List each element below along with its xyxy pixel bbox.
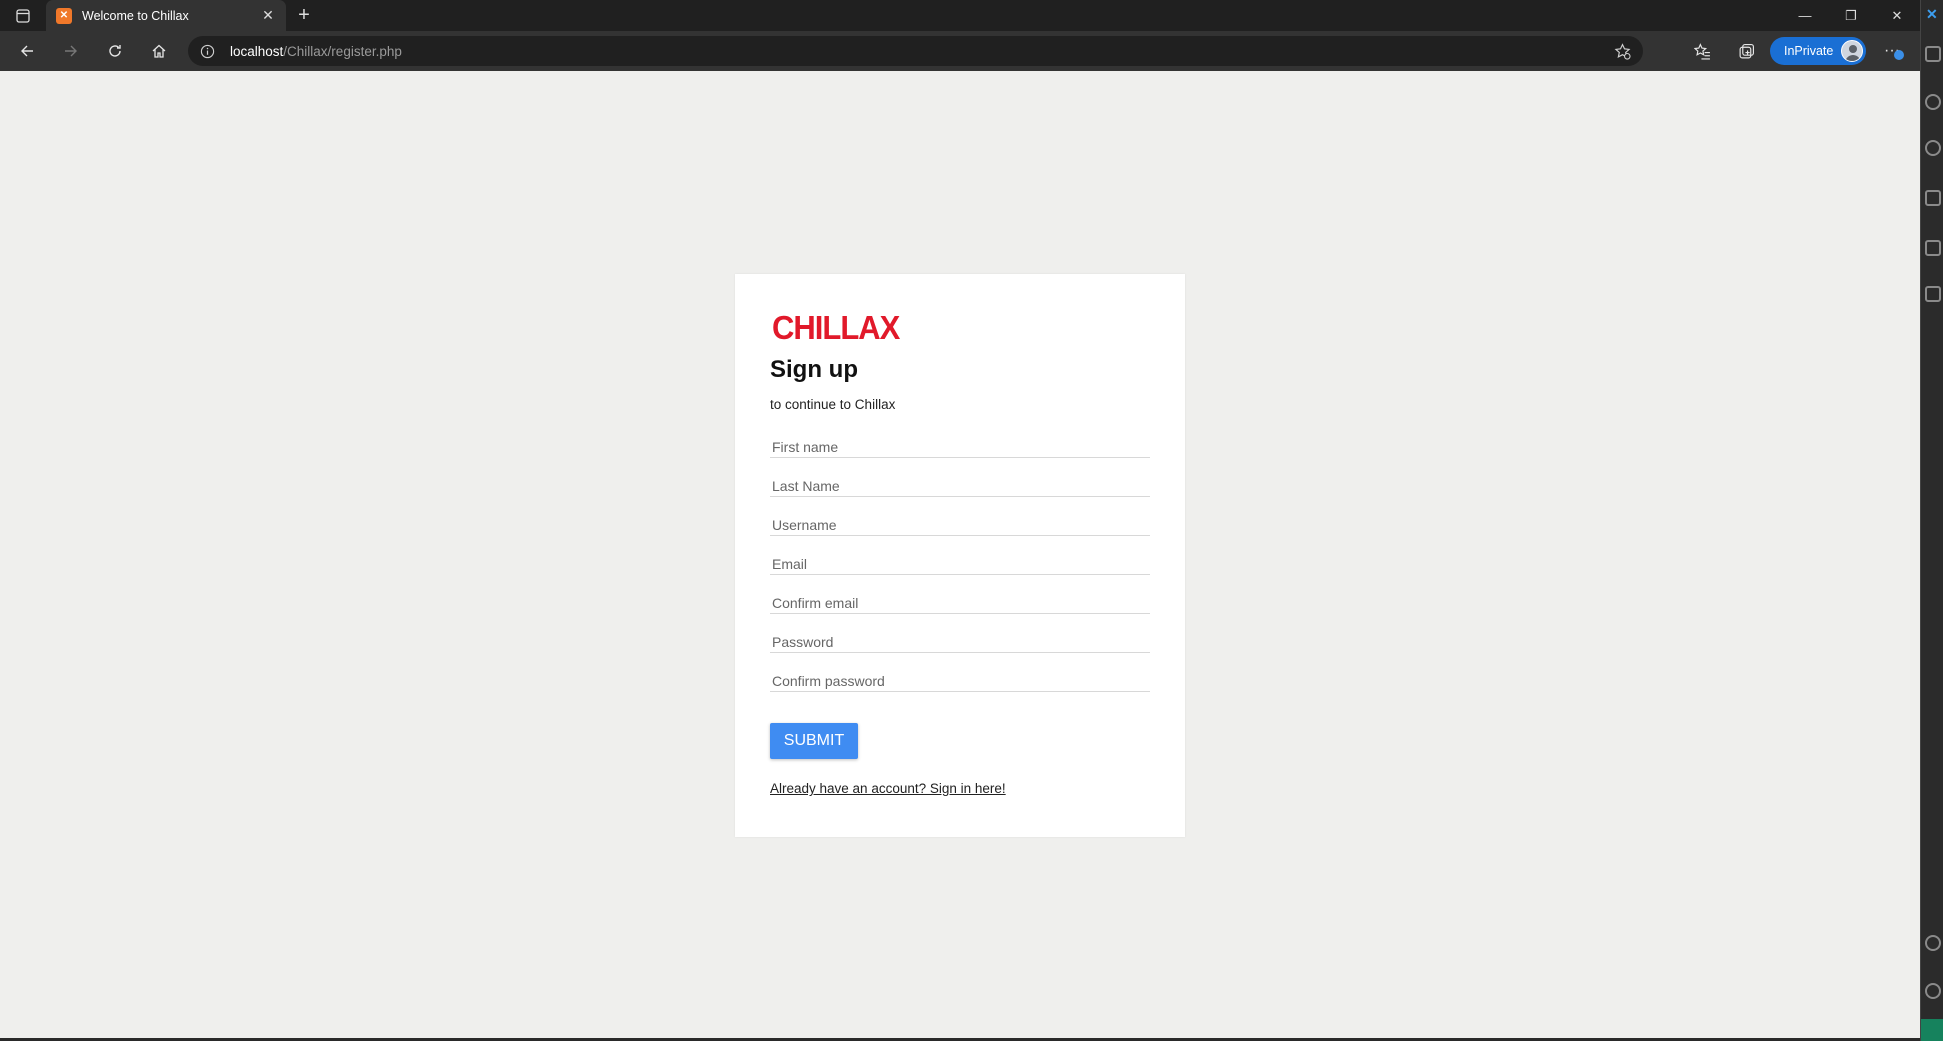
settings-more-button[interactable]: ··· [1872, 31, 1912, 71]
refresh-button[interactable] [93, 31, 137, 71]
url-host: localhost [230, 43, 284, 59]
manage-gear-icon[interactable] [1925, 983, 1941, 999]
favorites-icon [1693, 42, 1710, 60]
site-info-icon[interactable] [200, 44, 218, 59]
email-input[interactable] [770, 550, 1150, 575]
submit-button[interactable]: SUBMIT [770, 723, 858, 759]
page-subtitle: to continue to Chillax [770, 397, 896, 412]
first-name-input[interactable] [770, 433, 1150, 458]
profile-avatar [1841, 40, 1863, 62]
extensions-icon[interactable] [1925, 240, 1941, 256]
username-input[interactable] [770, 511, 1150, 536]
xampp-favicon-icon: ✕ [56, 7, 72, 24]
tab-actions-icon [16, 8, 30, 23]
last-name-input[interactable] [770, 472, 1150, 497]
close-window-button[interactable]: ✕ [1874, 0, 1920, 31]
inprivate-button[interactable]: InPrivate [1770, 37, 1866, 65]
back-button[interactable] [5, 31, 49, 71]
remote-status-indicator[interactable] [1921, 1019, 1943, 1041]
signup-card: CHILLAX Sign up to continue to Chillax S… [735, 274, 1185, 837]
back-arrow-icon [21, 45, 33, 57]
signin-link[interactable]: Already have an account? Sign in here! [770, 781, 1150, 796]
window-controls: — ❐ ✕ [1782, 0, 1920, 31]
tab-actions-button[interactable] [0, 0, 46, 31]
inprivate-label: InPrivate [1784, 44, 1834, 58]
explorer-icon[interactable] [1925, 46, 1941, 62]
collections-button[interactable] [1724, 31, 1768, 71]
notification-badge [1894, 50, 1904, 60]
favorites-button[interactable] [1680, 31, 1724, 71]
remote-explorer-icon[interactable] [1925, 286, 1941, 302]
confirm-email-input[interactable] [770, 589, 1150, 614]
forward-button[interactable] [49, 31, 93, 71]
tab-title: Welcome to Chillax [82, 8, 189, 23]
confirm-password-input[interactable] [770, 667, 1150, 692]
right-toolbar [1680, 31, 1768, 71]
forward-arrow-icon [65, 45, 77, 57]
chillax-logo: CHILLAX [772, 309, 900, 347]
add-favorite-icon[interactable] [1614, 42, 1631, 60]
tab-close-icon[interactable]: ✕ [260, 7, 276, 24]
side-panel: ✕ [1920, 0, 1943, 1041]
accounts-icon[interactable] [1925, 935, 1941, 951]
password-input[interactable] [770, 628, 1150, 653]
page-viewport: CHILLAX Sign up to continue to Chillax S… [0, 71, 1920, 1041]
tab-strip: ✕ Welcome to Chillax ✕ + — ❐ ✕ [0, 0, 1920, 31]
minimize-button[interactable]: — [1782, 0, 1828, 31]
new-tab-button[interactable]: + [286, 0, 322, 31]
source-control-icon[interactable] [1925, 140, 1941, 156]
signup-form: SUBMIT [770, 433, 1150, 759]
debug-icon[interactable] [1925, 190, 1941, 206]
home-icon [152, 44, 166, 58]
home-button[interactable] [137, 31, 181, 71]
browser-toolbar: localhost /Chillax/register.php InPrivat… [0, 31, 1920, 71]
restore-button[interactable]: ❐ [1828, 0, 1874, 31]
url-path: /Chillax/register.php [283, 43, 402, 59]
vscode-icon[interactable]: ✕ [1926, 6, 1938, 23]
address-bar[interactable]: localhost /Chillax/register.php [188, 36, 1643, 66]
page-title: Sign up [770, 356, 858, 383]
active-tab[interactable]: ✕ Welcome to Chillax ✕ [46, 0, 286, 31]
collections-icon [1739, 43, 1754, 58]
search-icon[interactable] [1925, 94, 1941, 110]
refresh-icon [109, 45, 121, 57]
